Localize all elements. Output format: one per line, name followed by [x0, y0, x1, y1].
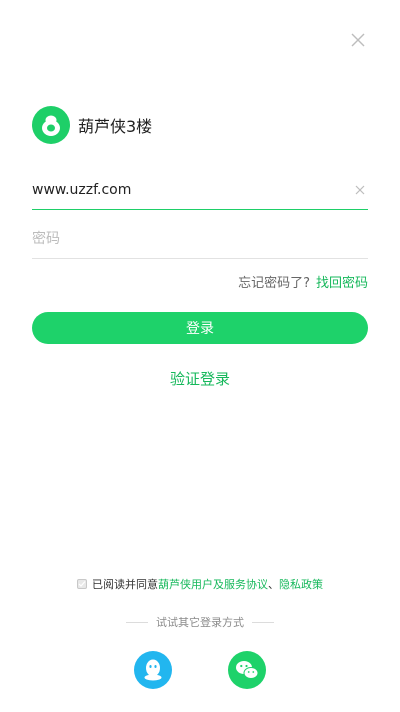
- agreement-separator: 、: [268, 578, 279, 591]
- qq-icon: [144, 659, 162, 681]
- check-icon: [78, 581, 86, 587]
- login-page: 葫芦侠3楼 忘记密码了? 找回密码 登录 验证登录 已阅读并同意 葫芦侠用户及服…: [0, 0, 400, 712]
- agreement-checkbox[interactable]: [77, 579, 87, 589]
- divider-line: [252, 621, 274, 623]
- brand: 葫芦侠3楼: [32, 106, 152, 144]
- divider-line: [126, 621, 148, 623]
- username-field: [32, 170, 368, 210]
- app-name: 葫芦侠3楼: [78, 117, 153, 136]
- username-input[interactable]: [32, 170, 352, 209]
- wechat-icon: [236, 661, 259, 679]
- login-button[interactable]: 登录: [32, 312, 368, 344]
- forgot-password-row: 忘记密码了? 找回密码: [238, 272, 368, 291]
- password-field: [32, 219, 368, 259]
- clear-input-icon[interactable]: [352, 182, 368, 198]
- other-login-divider: 试试其它登录方式: [0, 614, 400, 630]
- gourd-logo-icon: [32, 106, 70, 144]
- verify-login-link[interactable]: 验证登录: [0, 368, 400, 389]
- qq-login-button[interactable]: [134, 651, 172, 689]
- recover-password-link[interactable]: 找回密码: [316, 272, 368, 291]
- password-input[interactable]: [32, 219, 368, 258]
- user-agreement-link[interactable]: 葫芦侠用户及服务协议: [158, 576, 268, 592]
- forgot-password-text: 忘记密码了?: [238, 276, 310, 291]
- agreement-prefix: 已阅读并同意: [92, 578, 158, 591]
- wechat-login-button[interactable]: [228, 651, 266, 689]
- agreement-row: 已阅读并同意 葫芦侠用户及服务协议 、 隐私政策: [0, 576, 400, 592]
- privacy-policy-link[interactable]: 隐私政策: [279, 576, 323, 592]
- close-icon[interactable]: [348, 30, 368, 50]
- other-login-label: 试试其它登录方式: [156, 616, 244, 629]
